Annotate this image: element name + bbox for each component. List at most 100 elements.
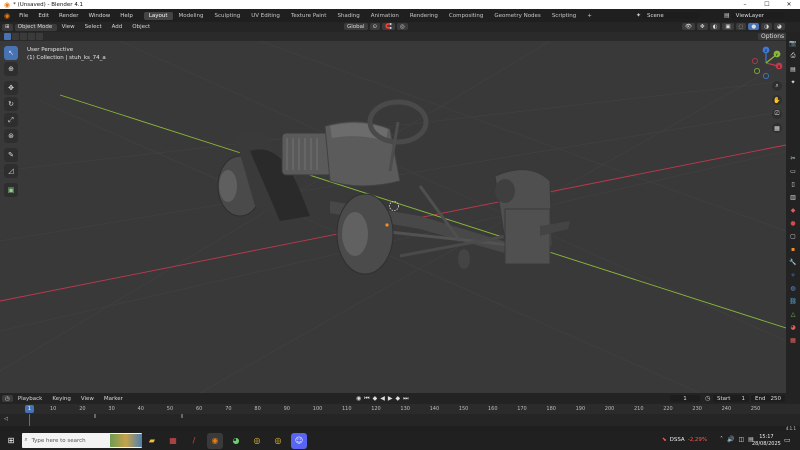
snap-icon[interactable]: 🧲 — [382, 23, 396, 30]
frog-app-icon[interactable]: ◕ — [228, 433, 244, 449]
minimize-button[interactable]: – — [734, 0, 756, 9]
timeline-scroll-handle-right[interactable] — [181, 414, 183, 418]
chrome-profile-icon[interactable]: ◎ — [270, 433, 286, 449]
file-explorer-icon[interactable]: ▰ — [144, 433, 160, 449]
menu-marker[interactable]: Marker — [99, 396, 128, 402]
preview-range-icon[interactable]: ◷ — [705, 395, 710, 402]
timeline-body[interactable]: ◁ — [0, 414, 800, 426]
tab-layout[interactable]: Layout — [143, 11, 173, 20]
network-icon[interactable]: ◫ — [738, 436, 744, 443]
current-frame-field[interactable]: 1 — [670, 395, 700, 402]
menu-help[interactable]: Help — [115, 13, 138, 19]
tab-texture-paint[interactable]: Texture Paint — [286, 12, 332, 20]
select-extend-icon[interactable] — [12, 33, 19, 40]
notification-icon[interactable]: ▭ — [784, 436, 791, 444]
pivot-icon[interactable]: ⊙ — [369, 23, 381, 30]
tab-uv-editing[interactable]: UV Editing — [246, 12, 285, 20]
output-settings-icon[interactable]: ▯ — [788, 179, 798, 189]
view-layer-selector[interactable]: ViewLayer — [731, 12, 784, 19]
menu-timeline-view[interactable]: View — [76, 396, 99, 402]
chrome-icon[interactable]: ◎ — [249, 433, 265, 449]
speaker-icon[interactable]: 🔊 — [727, 436, 734, 443]
jump-end-icon[interactable]: ⏭ — [403, 395, 408, 403]
tab-rendering[interactable]: Rendering — [405, 12, 443, 20]
material-properties-icon[interactable]: ◕ — [788, 322, 798, 332]
output-properties-icon[interactable]: ⎙ — [788, 51, 798, 61]
render-settings-icon[interactable]: ▭ — [788, 166, 798, 176]
calendar-app-icon[interactable]: ▦ — [165, 433, 181, 449]
xray-icon[interactable]: ▣ — [722, 23, 734, 30]
particles-properties-icon[interactable]: ✧ — [788, 270, 798, 280]
rotate-tool-icon[interactable]: ↻ — [4, 97, 18, 111]
constraints-properties-icon[interactable]: ⛓ — [788, 296, 798, 306]
windows-start-icon[interactable]: ⊞ — [3, 433, 19, 449]
physics-properties-icon[interactable]: ◍ — [788, 283, 798, 293]
transform-tool-icon[interactable]: ⊛ — [4, 129, 18, 143]
blender-taskbar-icon[interactable]: ◉ — [207, 432, 223, 449]
move-tool-icon[interactable]: ✥ — [4, 81, 18, 95]
shading-solid-icon[interactable]: ● — [748, 23, 760, 30]
auto-key-icon[interactable]: ◉ — [356, 395, 361, 403]
next-keyframe-icon[interactable]: ◆ — [396, 395, 401, 403]
cursor-tool-icon[interactable]: ⊕ — [4, 62, 18, 76]
menu-file[interactable]: File — [14, 13, 33, 19]
end-frame-field[interactable]: End 250 — [751, 395, 785, 402]
perspective-toggle-icon[interactable]: ▦ — [772, 123, 782, 133]
menu-edit[interactable]: Edit — [33, 13, 54, 19]
world-properties-icon[interactable]: ● — [788, 218, 798, 228]
play-reverse-icon[interactable]: ◀ — [380, 395, 385, 403]
pen-app-icon[interactable]: / — [186, 433, 202, 449]
tool-properties-icon[interactable]: ✂ — [788, 153, 798, 163]
menu-window[interactable]: Window — [84, 13, 116, 19]
collection-properties-icon[interactable]: ▢ — [788, 231, 798, 241]
zoom-icon[interactable]: ⌕ — [772, 81, 782, 91]
object-properties-icon[interactable]: ▪ — [788, 244, 798, 254]
measure-tool-icon[interactable]: ◿ — [4, 164, 18, 178]
tray-chevron-icon[interactable]: ˄ — [720, 436, 723, 443]
menu-object[interactable]: Object — [127, 24, 155, 30]
add-workspace-button[interactable]: + — [582, 12, 597, 20]
menu-render[interactable]: Render — [54, 13, 84, 19]
taskbar-clock[interactable]: 15:17 28/08/2025 — [752, 434, 781, 447]
editor-type-icon[interactable]: ⊞ — [2, 23, 13, 31]
data-properties-icon[interactable]: △ — [788, 309, 798, 319]
scene-selector[interactable]: Scene — [643, 12, 700, 19]
close-button[interactable]: ✕ — [778, 0, 800, 9]
modifier-properties-icon[interactable]: 🔧 — [788, 257, 798, 267]
view-layer-properties-icon[interactable]: ▤ — [788, 64, 798, 74]
tab-geometry-nodes[interactable]: Geometry Nodes — [489, 12, 545, 20]
tab-sculpting[interactable]: Sculpting — [210, 12, 246, 20]
timeline-scroll-handle-left[interactable] — [94, 414, 96, 418]
navigation-gizmo[interactable]: Z X Y — [752, 46, 783, 80]
discord-icon[interactable]: ☺ — [291, 432, 307, 449]
maximize-button[interactable]: ☐ — [756, 0, 778, 9]
tab-animation[interactable]: Animation — [366, 12, 404, 20]
add-cube-tool-icon[interactable]: ▣ — [4, 183, 18, 197]
tab-scripting[interactable]: Scripting — [547, 12, 581, 20]
options-menu[interactable]: Options — [758, 33, 788, 40]
shading-rendered-icon[interactable]: ◕ — [774, 23, 785, 30]
taskbar-search-box[interactable]: ⌕ Type here to search — [21, 433, 142, 448]
select-invert-icon[interactable] — [28, 33, 35, 40]
texture-properties-icon[interactable]: ▦ — [788, 335, 798, 345]
shading-material-icon[interactable]: ◑ — [761, 23, 773, 30]
view-layer-settings-icon[interactable]: ▥ — [788, 192, 798, 202]
menu-playback[interactable]: Playback — [13, 396, 48, 402]
timeline-ruler[interactable]: 1 10 20 30 40 50 60 70 80 90 100 110 120 130 140 150 16… — [0, 404, 800, 414]
camera-view-icon[interactable]: ⎚ — [772, 109, 782, 119]
annotate-tool-icon[interactable]: ✎ — [4, 148, 18, 162]
blender-menu-icon[interactable]: ◉ — [0, 12, 14, 20]
playhead-frame[interactable]: 1 — [25, 405, 34, 413]
orientation-selector[interactable]: Global — [344, 23, 368, 30]
scene-settings-icon[interactable]: ◆ — [788, 205, 798, 215]
visibility-icon[interactable]: 👁 — [682, 23, 695, 30]
render-properties-icon[interactable]: 📷 — [788, 38, 798, 48]
select-box-mode-icon[interactable] — [4, 33, 11, 40]
menu-keying[interactable]: Keying — [47, 396, 75, 402]
mode-selector[interactable]: Object Mode — [14, 23, 57, 31]
scale-tool-icon[interactable]: ⤢ — [4, 113, 18, 127]
3d-viewport[interactable]: Z X Y User Perspective (1) Collection | … — [0, 41, 786, 393]
kart-model[interactable] — [217, 99, 570, 275]
shading-wireframe-icon[interactable]: ◌ — [735, 23, 747, 30]
play-icon[interactable]: ▶ — [388, 395, 393, 403]
